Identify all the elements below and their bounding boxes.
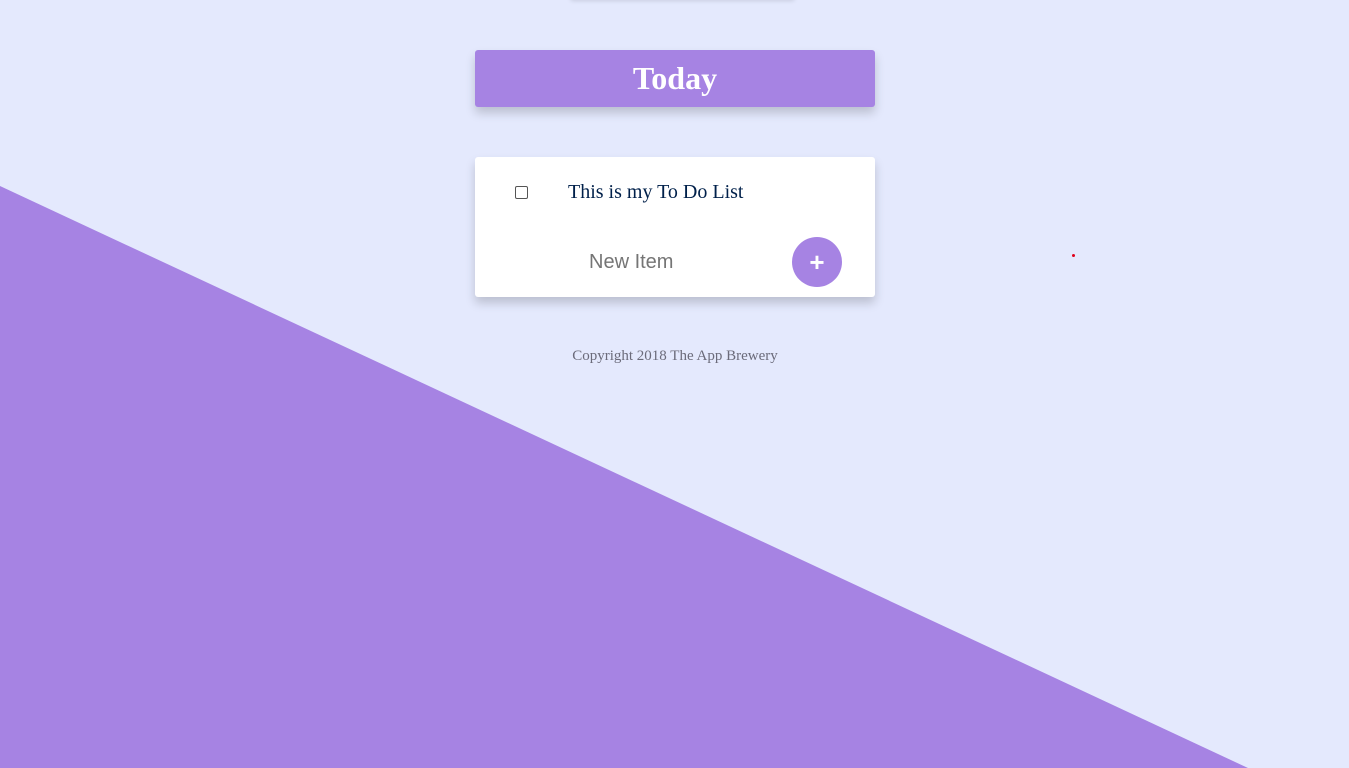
new-item-form: + (475, 227, 875, 297)
copyright-text: Copyright 2018 The App Brewery (572, 348, 778, 364)
todo-list-box: This is my To Do List + (475, 157, 875, 297)
add-button[interactable]: + (792, 237, 842, 287)
page-title: Today (632, 60, 718, 96)
footer: Copyright 2018 The App Brewery (475, 346, 875, 366)
list-item: This is my To Do List (475, 157, 875, 227)
item-checkbox[interactable] (515, 186, 528, 199)
background-diagonal-shape (0, 186, 1248, 768)
new-item-input[interactable] (589, 248, 779, 276)
plus-icon: + (809, 247, 825, 277)
item-label: This is my To Do List (568, 181, 744, 203)
cursor-dot (1072, 254, 1075, 257)
heading-box: Today (475, 50, 875, 107)
